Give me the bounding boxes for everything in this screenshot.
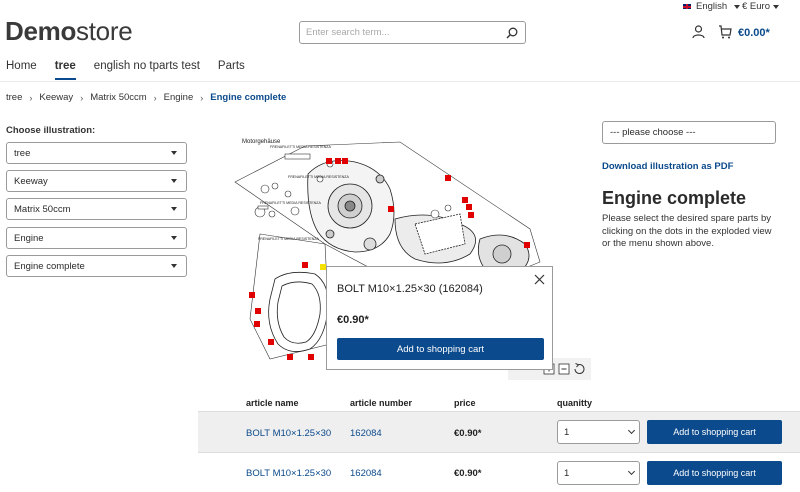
- search-input[interactable]: [300, 27, 495, 38]
- caret-down-icon: [171, 179, 177, 183]
- store-logo[interactable]: Demostore: [5, 16, 133, 47]
- page-description: Please select the desired spare parts by…: [602, 213, 772, 249]
- hotspot-marker[interactable]: [466, 204, 472, 210]
- chevron-right-icon: ›: [153, 92, 157, 103]
- part-select[interactable]: --- please choose ---: [602, 121, 776, 144]
- illustration-select-level-3[interactable]: Matrix 50ccm: [6, 198, 187, 220]
- article-number-link[interactable]: 162084: [350, 468, 382, 479]
- breadcrumb-item[interactable]: Keeway: [39, 92, 73, 103]
- reset-icon[interactable]: [574, 364, 585, 375]
- select-value: tree: [14, 147, 31, 159]
- hotspot-marker[interactable]: [308, 354, 314, 360]
- col-header-price: price: [454, 398, 476, 408]
- hotspot-marker[interactable]: [342, 158, 348, 164]
- nav-divider: [0, 81, 800, 82]
- breadcrumb-current[interactable]: Engine complete: [210, 92, 286, 103]
- breadcrumb-item[interactable]: Matrix 50ccm: [90, 92, 146, 103]
- caret-down-icon: [171, 264, 177, 268]
- hotspot-marker[interactable]: [268, 339, 274, 345]
- chevron-down-icon: [734, 4, 741, 9]
- illustration-select-level-5[interactable]: Engine complete: [6, 255, 187, 277]
- article-name-link[interactable]: BOLT M10×1.25×30: [246, 468, 331, 479]
- search-icon[interactable]: [506, 27, 518, 39]
- select-value: Engine: [14, 232, 44, 244]
- popup-add-to-cart-button[interactable]: Add to shopping cart: [337, 338, 544, 360]
- col-header-article-number: article number: [350, 398, 413, 408]
- quantity-select[interactable]: 1: [557, 420, 640, 444]
- choose-illustration-label: Choose illustration:: [6, 125, 96, 136]
- nav-item-parts[interactable]: Parts: [218, 60, 245, 80]
- illustration-label: FRENAFILETTI MEDIA RESISTENZA: [260, 201, 322, 205]
- breadcrumb-item[interactable]: Engine: [164, 92, 194, 103]
- illustration-label: FRENAFILETTI MEDIA RESISTENZA: [258, 237, 320, 241]
- article-price: €0.90*: [454, 428, 482, 439]
- breadcrumb-item[interactable]: tree: [6, 92, 22, 103]
- quantity-value: 1: [564, 426, 570, 438]
- close-icon[interactable]: [534, 274, 545, 285]
- uk-flag-icon: [682, 3, 692, 10]
- part-popup: BOLT M10×1.25×30 (162084) €0.90* Add to …: [326, 266, 553, 370]
- breadcrumb: tree › Keeway › Matrix 50ccm › Engine › …: [6, 92, 286, 103]
- illustration-select-level-2[interactable]: Keeway: [6, 170, 187, 192]
- quantity-value: 1: [564, 467, 570, 479]
- caret-down-icon: [171, 236, 177, 240]
- chevron-down-icon: [627, 467, 636, 476]
- select-value: Engine complete: [14, 260, 85, 272]
- hotspot-marker[interactable]: [388, 206, 394, 212]
- currency-switcher[interactable]: € Euro: [742, 1, 779, 12]
- search-box: [299, 21, 526, 44]
- chevron-down-icon: [773, 4, 779, 9]
- nav-item-english-no-tparts-test[interactable]: english no tparts test: [94, 60, 200, 80]
- article-name-link[interactable]: BOLT M10×1.25×30: [246, 428, 331, 439]
- hotspot-marker[interactable]: [462, 197, 468, 203]
- article-number-link[interactable]: 162084: [350, 428, 382, 439]
- hotspot-marker[interactable]: [254, 321, 260, 327]
- language-label: English: [696, 1, 728, 12]
- hotspot-marker[interactable]: [255, 308, 261, 314]
- chevron-down-icon: [627, 426, 636, 435]
- popup-title: BOLT M10×1.25×30 (162084): [337, 283, 483, 295]
- chevron-right-icon: ›: [80, 92, 84, 103]
- currency-label: € Euro: [742, 1, 770, 12]
- main-nav: Home tree english no tparts test Parts: [6, 60, 263, 80]
- hotspot-marker[interactable]: [524, 242, 530, 248]
- language-switcher[interactable]: English: [682, 1, 741, 12]
- add-to-cart-button[interactable]: Add to shopping cart: [647, 461, 782, 485]
- col-header-quantity: quanitty: [557, 398, 592, 408]
- caret-down-icon: [171, 151, 177, 155]
- logo-light-text: store: [76, 16, 133, 46]
- hotspot-marker[interactable]: [287, 354, 293, 360]
- illustration-select-level-1[interactable]: tree: [6, 142, 187, 164]
- cart-icon[interactable]: [718, 25, 732, 39]
- cart-total[interactable]: €0.00*: [738, 27, 770, 39]
- hotspot-marker[interactable]: [249, 292, 255, 298]
- popup-price: €0.90*: [337, 314, 369, 326]
- hotspot-marker[interactable]: [326, 158, 332, 164]
- nav-item-home[interactable]: Home: [6, 60, 37, 80]
- hotspot-marker[interactable]: [468, 212, 474, 218]
- select-value: Matrix 50ccm: [14, 203, 71, 215]
- account-icon[interactable]: [692, 25, 705, 39]
- add-to-cart-button[interactable]: Add to shopping cart: [647, 420, 782, 444]
- hotspot-marker[interactable]: [445, 175, 451, 181]
- article-price: €0.90*: [454, 468, 482, 479]
- download-pdf-link[interactable]: Download illustration as PDF: [602, 161, 733, 172]
- illustration-select-level-4[interactable]: Engine: [6, 227, 187, 249]
- hotspot-marker[interactable]: [302, 262, 308, 268]
- hotspot-marker[interactable]: [335, 158, 341, 164]
- page-title: Engine complete: [602, 188, 747, 208]
- select-value: --- please choose ---: [610, 127, 696, 138]
- nav-item-tree[interactable]: tree: [54, 60, 76, 80]
- col-header-article-name: article name: [246, 398, 299, 408]
- logo-bold-text: Demo: [5, 16, 77, 46]
- illustration-label: FRENAFILETTI MEDIA RESISTENZA: [270, 145, 332, 149]
- chevron-right-icon: ›: [200, 92, 204, 103]
- gasket-drawing: [268, 271, 329, 352]
- illustration-label: FRENAFILETTI MEDIA RESISTENZA: [288, 175, 350, 179]
- quantity-select[interactable]: 1: [557, 461, 640, 485]
- select-value: Keeway: [14, 175, 48, 187]
- caret-down-icon: [171, 207, 177, 211]
- chevron-right-icon: ›: [29, 92, 33, 103]
